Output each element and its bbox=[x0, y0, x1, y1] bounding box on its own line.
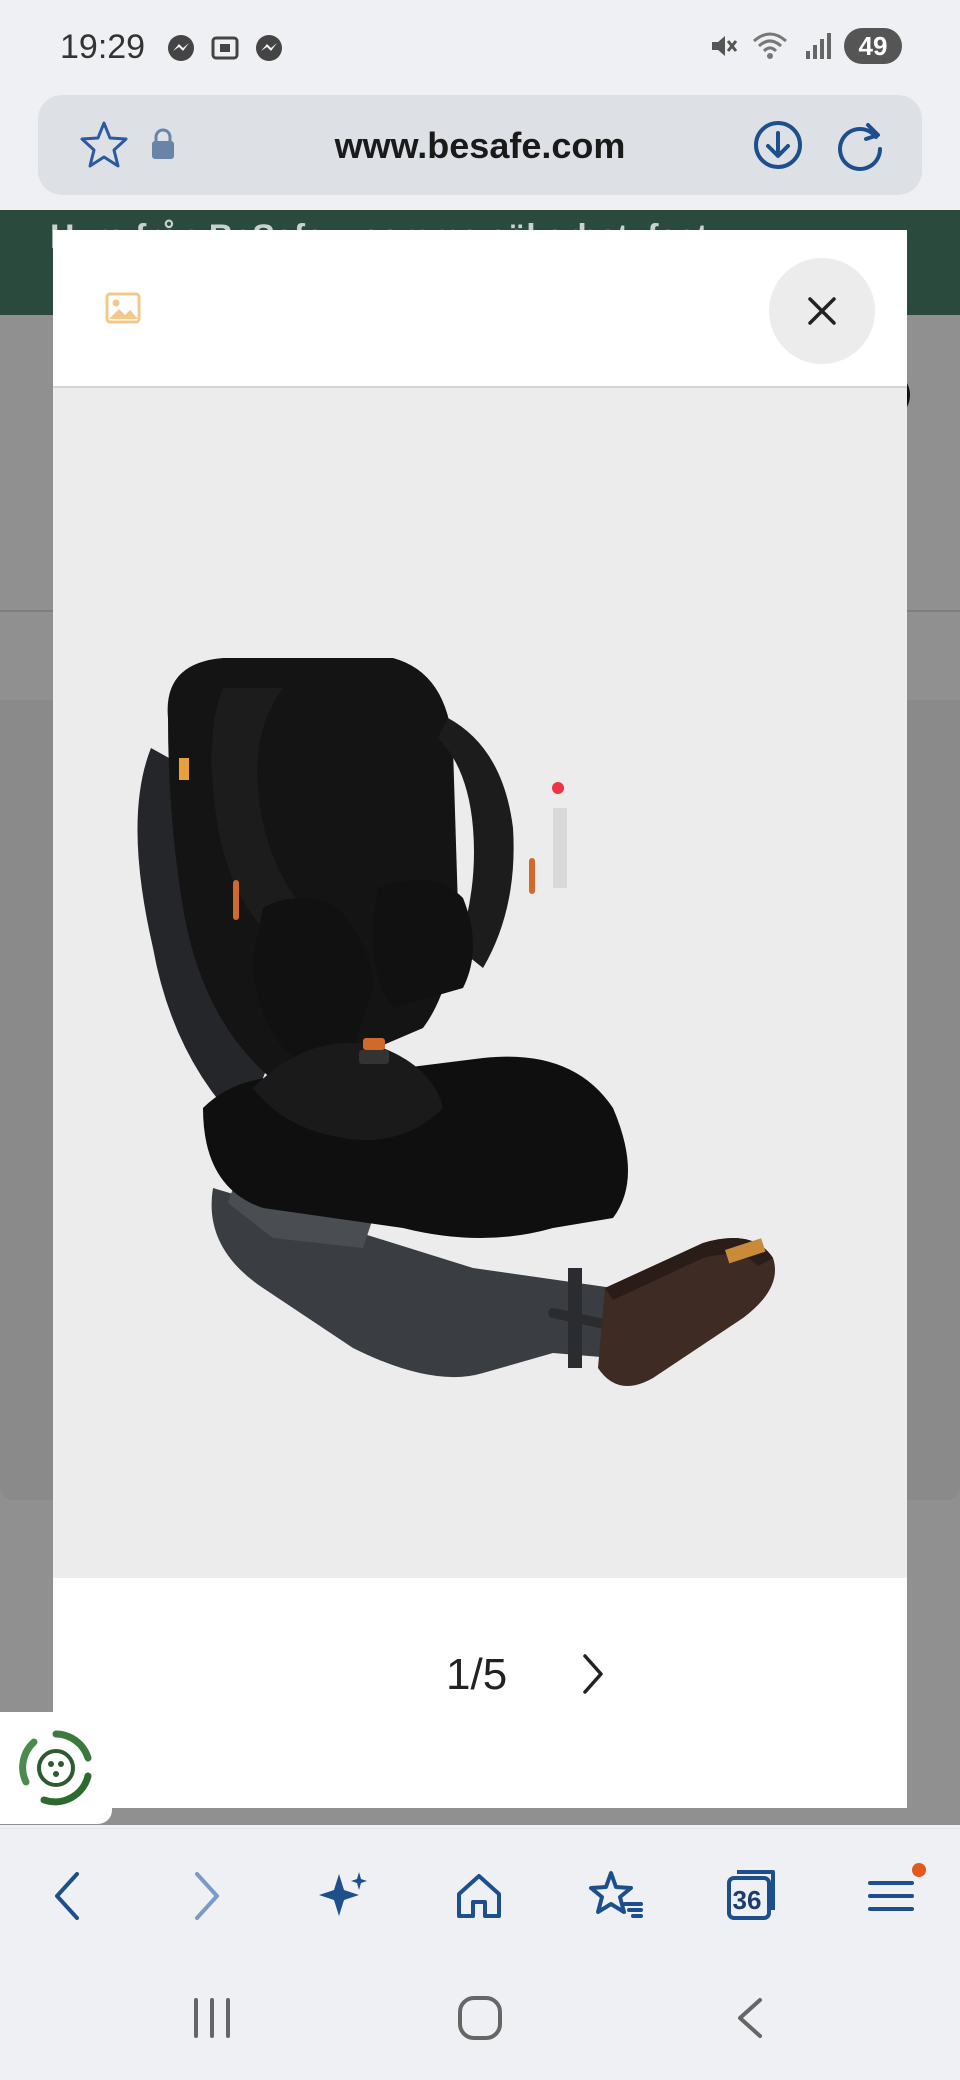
modal-footer: 1/5 bbox=[53, 1578, 907, 1808]
status-time: 19:29 bbox=[60, 28, 146, 66]
download-icon[interactable] bbox=[746, 113, 810, 177]
sparkle-icon bbox=[319, 1872, 367, 1916]
status-icons-right: 49 bbox=[708, 28, 902, 64]
home-icon bbox=[457, 1874, 501, 1918]
back-button[interactable] bbox=[32, 1861, 102, 1931]
car-seat-image bbox=[137, 658, 775, 1386]
back-nav-icon[interactable] bbox=[730, 1996, 770, 2040]
screenshot-icon bbox=[211, 36, 239, 60]
system-nav-bar bbox=[0, 1958, 960, 2080]
reload-icon[interactable] bbox=[828, 113, 892, 177]
bookmarks-button[interactable] bbox=[580, 1861, 650, 1931]
status-bar: 19:29 49 bbox=[0, 0, 960, 95]
notification-dot bbox=[912, 1863, 926, 1877]
messenger-icon bbox=[256, 35, 282, 61]
wifi-icon bbox=[753, 32, 787, 59]
signal-icon bbox=[806, 33, 831, 59]
browser-toolbar: 36 bbox=[0, 1828, 960, 1959]
battery-icon: 49 bbox=[844, 28, 902, 64]
tabs-count: 36 bbox=[732, 1884, 762, 1915]
home-button[interactable] bbox=[444, 1861, 514, 1931]
image-icon bbox=[105, 292, 141, 324]
status-icons-left bbox=[165, 32, 285, 64]
home-nav-icon[interactable] bbox=[456, 1996, 504, 2040]
messenger-icon bbox=[168, 35, 194, 61]
bookmarks-icon bbox=[589, 1871, 643, 1918]
close-icon bbox=[808, 297, 836, 325]
sustainability-badge[interactable] bbox=[0, 1712, 112, 1824]
modal-header bbox=[53, 230, 907, 388]
recycle-icon bbox=[19, 1730, 92, 1806]
next-image-button[interactable] bbox=[573, 1644, 613, 1704]
back-icon bbox=[55, 1872, 79, 1920]
url-bar[interactable]: www.besafe.com bbox=[38, 95, 922, 195]
tabs-button[interactable]: 36 bbox=[716, 1861, 786, 1931]
mute-icon bbox=[712, 36, 738, 56]
close-button[interactable] bbox=[769, 258, 875, 364]
forward-icon bbox=[195, 1872, 219, 1920]
ai-assistant-button[interactable] bbox=[308, 1861, 378, 1931]
menu-button[interactable] bbox=[856, 1861, 926, 1931]
forward-button[interactable] bbox=[172, 1861, 242, 1931]
pager-counter: 1/5 bbox=[446, 1650, 508, 1699]
menu-icon bbox=[868, 1881, 914, 1911]
recents-icon[interactable] bbox=[190, 1996, 234, 2040]
image-gallery-modal: 1/5 bbox=[53, 230, 907, 1808]
product-image[interactable] bbox=[53, 388, 907, 1578]
